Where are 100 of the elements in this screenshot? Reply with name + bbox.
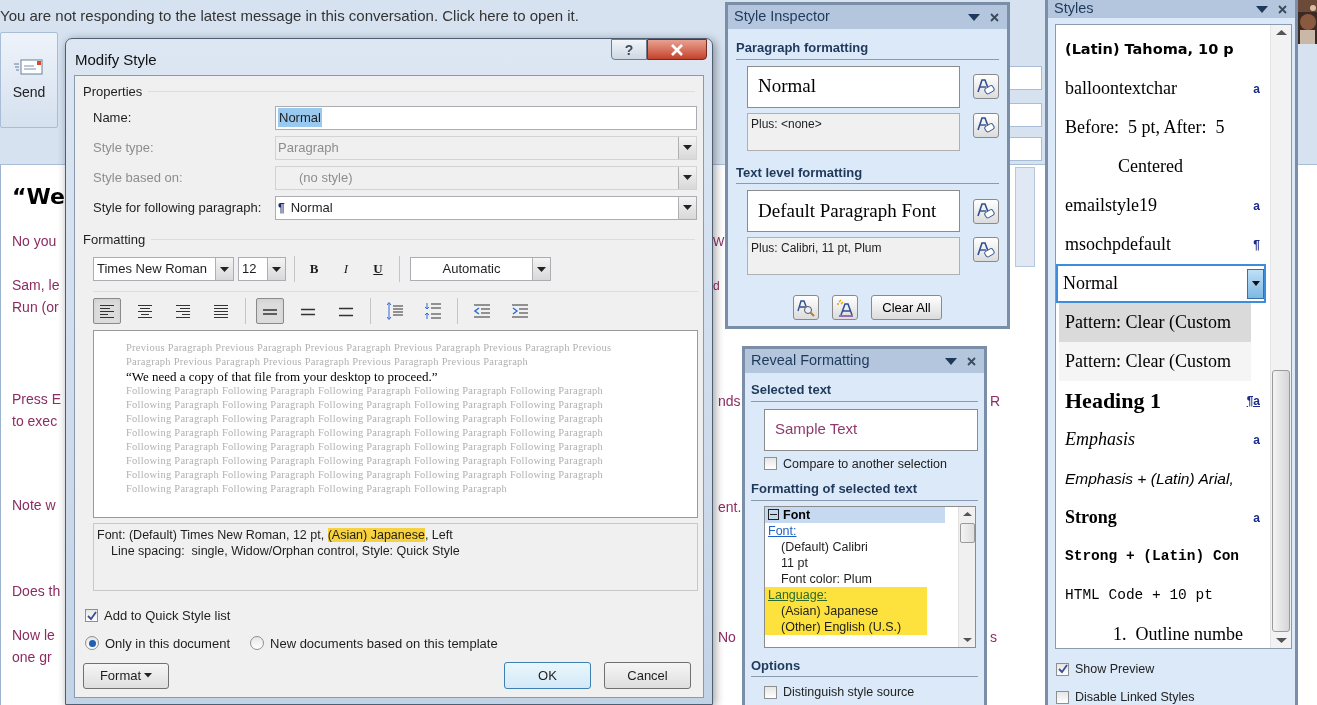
- underline-button[interactable]: U: [365, 257, 391, 281]
- body-text: s: [990, 628, 997, 647]
- eraser-icon: [976, 240, 996, 259]
- text-field[interactable]: [1008, 66, 1042, 90]
- caret-icon: [945, 357, 957, 365]
- clear-formatting-button[interactable]: [973, 112, 999, 138]
- style-item[interactable]: Heading 1 ¶a: [1059, 381, 1264, 420]
- pane-title: Styles: [1054, 0, 1094, 19]
- caret-icon: [144, 673, 153, 678]
- font-dropdown[interactable]: Times New Roman: [93, 257, 234, 281]
- new-style-button[interactable]: [832, 295, 859, 320]
- style-item[interactable]: Strong + (Latin) Con: [1059, 537, 1264, 576]
- align-left-icon: [100, 303, 114, 318]
- radio-button[interactable]: [85, 636, 99, 651]
- toolbar-button[interactable]: [93, 297, 121, 324]
- body-text: W: [713, 234, 725, 251]
- text-field[interactable]: [1008, 103, 1042, 127]
- section-heading: Options: [751, 655, 978, 678]
- toolbar-button[interactable]: [256, 297, 284, 324]
- style-item[interactable]: emailstyle19 a: [1059, 186, 1264, 225]
- close-icon: [989, 12, 999, 22]
- style-item[interactable]: Emphasis a: [1059, 420, 1264, 459]
- cancel-button[interactable]: Cancel: [604, 662, 691, 689]
- eraser-icon: [976, 116, 996, 134]
- preview-text: Previous Paragraph Previous Paragraph Previous Paragraph Previous Paragraph Previous Paragraph Previous: [126, 341, 612, 355]
- decrease-indent-icon: [474, 302, 490, 319]
- scrollbar[interactable]: [1270, 25, 1291, 648]
- section-heading: Text level formatting: [736, 162, 999, 184]
- close-button[interactable]: [1275, 2, 1289, 16]
- checkbox[interactable]: [764, 686, 777, 700]
- checkbox[interactable]: [764, 457, 777, 471]
- clear-formatting-button[interactable]: [973, 198, 999, 224]
- style-item[interactable]: msochpdefault ¶: [1059, 225, 1264, 264]
- scroll-thumb[interactable]: [959, 522, 975, 543]
- preview-text: Following Paragraph Following Paragraph Following Paragraph Following Paragraph Following Paragraph: [126, 398, 604, 412]
- clear-formatting-button[interactable]: [973, 237, 999, 262]
- body-text: No you: [12, 232, 57, 251]
- style-item[interactable]: Pattern: Clear (Custom: [1059, 303, 1251, 342]
- increase-indent-icon: [512, 302, 528, 319]
- preview-text: Following Paragraph Following Paragraph Following Paragraph Following Paragraph Following Paragraph: [126, 412, 604, 426]
- italic-button[interactable]: I: [333, 257, 359, 281]
- style-item[interactable]: Centered: [1059, 147, 1264, 186]
- collapse-toggle[interactable]: [768, 509, 779, 521]
- paragraph-spacing-icon: [387, 301, 403, 320]
- style-type-icon: a: [1253, 430, 1264, 449]
- close-button[interactable]: [647, 39, 707, 60]
- scrollbar[interactable]: [1015, 167, 1035, 267]
- clear-formatting-button[interactable]: [973, 74, 999, 99]
- style-type-icon: ¶: [1253, 235, 1264, 254]
- clear-all-button[interactable]: Clear All: [871, 295, 942, 320]
- style-item[interactable]: 1. Outline numbe: [1059, 615, 1264, 654]
- style-item[interactable]: Normal: [1056, 264, 1266, 303]
- body-text: R: [990, 392, 1001, 411]
- radio-button[interactable]: [250, 636, 264, 651]
- text-field[interactable]: [1008, 137, 1042, 161]
- close-button[interactable]: [987, 10, 1001, 24]
- help-button[interactable]: ?: [611, 39, 647, 60]
- checkbox-label: Show Preview: [1075, 661, 1155, 678]
- style-item[interactable]: Pattern: Clear (Custom: [1059, 342, 1251, 381]
- style-item[interactable]: (Latin) Tahoma, 10 p: [1059, 30, 1264, 69]
- input-field[interactable]: Normal: [275, 105, 697, 130]
- align-justify-icon: [214, 303, 228, 318]
- dropdown-field[interactable]: ¶ Normal: [275, 195, 697, 220]
- scroll-thumb[interactable]: [1272, 370, 1290, 632]
- size-dropdown[interactable]: 12: [238, 257, 286, 281]
- format-menu-button[interactable]: Format: [83, 662, 169, 689]
- body-text: ent.: [718, 498, 742, 517]
- ok-button[interactable]: OK: [504, 662, 591, 689]
- style-item[interactable]: balloontextchar a: [1059, 69, 1264, 108]
- style-type-icon: a: [1253, 508, 1264, 527]
- style-item[interactable]: HTML Code + 10 pt: [1059, 576, 1264, 615]
- property-value: (Other) English (U.S.): [780, 619, 902, 634]
- close-button[interactable]: [964, 354, 978, 368]
- bold-button[interactable]: B: [301, 257, 327, 281]
- checkbox[interactable]: [85, 609, 98, 623]
- dropdown-field: (no style): [275, 165, 697, 190]
- section-heading: Selected text: [751, 380, 978, 402]
- checkbox[interactable]: [1056, 690, 1069, 704]
- property-value: (Default) Calibri: [780, 539, 868, 554]
- property-link[interactable]: Font:: [765, 523, 797, 538]
- info-bar-text[interactable]: You are not responding to the latest message in this conversation. Click here to open it.: [0, 5, 579, 28]
- envelope-icon: [14, 57, 44, 76]
- sample-text-box: Sample Text: [764, 408, 978, 451]
- tree-node[interactable]: Font: [783, 506, 811, 523]
- sample-text: “We need a copy of that file from your desktop to proceed.”: [126, 369, 438, 384]
- scrollbar[interactable]: [958, 506, 975, 647]
- style-item[interactable]: Emphasis + (Latin) Arial,: [1059, 459, 1264, 498]
- field-label: Style based on:: [93, 168, 184, 187]
- style-item[interactable]: Strong a: [1059, 498, 1264, 537]
- checkbox-label: Distinguish style source: [783, 684, 915, 702]
- send-button[interactable]: Send: [0, 32, 58, 128]
- caret-icon: [968, 13, 980, 21]
- style-item[interactable]: Before: 5 pt, After: 5: [1059, 108, 1264, 147]
- body-text: nds: [718, 392, 741, 411]
- reveal-formatting-button[interactable]: [793, 295, 820, 320]
- checkbox[interactable]: [1056, 662, 1069, 676]
- eraser-icon: [976, 202, 996, 220]
- body-text: Does th: [12, 582, 61, 601]
- checkbox-label: Disable Linked Styles: [1075, 688, 1195, 705]
- color-dropdown[interactable]: Automatic: [410, 257, 551, 281]
